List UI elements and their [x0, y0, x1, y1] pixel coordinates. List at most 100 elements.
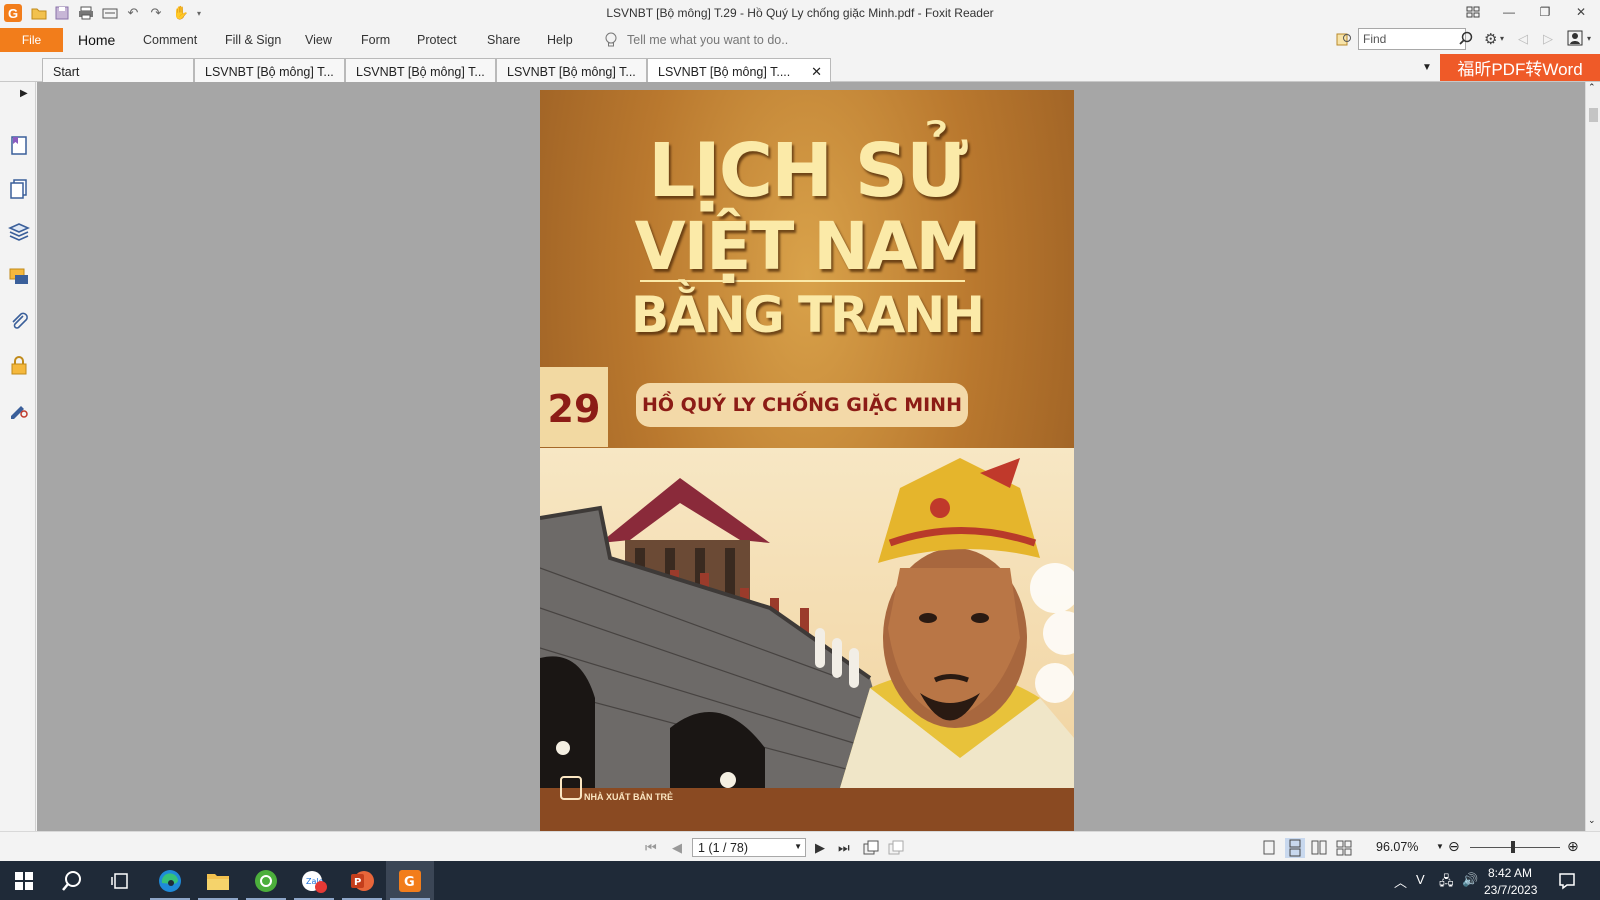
- tab-label: LSVNBT [Bộ mông] T....: [658, 65, 791, 79]
- zoom-slider-thumb[interactable]: [1511, 841, 1515, 853]
- tab-comment[interactable]: Comment: [143, 33, 197, 47]
- next-result-icon[interactable]: ▷: [1543, 31, 1553, 47]
- tell-me-search[interactable]: Tell me what you want to do..: [627, 33, 788, 47]
- cover-title-line3: BẰNG TRANH: [630, 286, 985, 344]
- close-tab-icon[interactable]: ✕: [811, 64, 822, 80]
- volume-number: 29: [547, 387, 601, 431]
- tab-view[interactable]: View: [305, 33, 332, 47]
- zoom-in-icon[interactable]: ⊕: [1567, 838, 1579, 855]
- settings-dropdown-icon[interactable]: ▾: [1500, 34, 1504, 43]
- minimize-icon[interactable]: —: [1495, 2, 1523, 22]
- document-viewer[interactable]: LỊCH SỬ VIỆT NAM BẰNG TRANH 29 HỒ QUÝ LY…: [37, 82, 1585, 831]
- find-input[interactable]: Find: [1358, 28, 1466, 50]
- page-dropdown-icon[interactable]: ▼: [794, 842, 802, 851]
- windows-start-icon[interactable]: [0, 861, 48, 900]
- tab-form[interactable]: Form: [361, 33, 390, 47]
- print-icon[interactable]: [77, 4, 95, 22]
- facing-view-icon[interactable]: [1311, 840, 1327, 856]
- tab-list-dropdown-icon[interactable]: ▼: [1422, 62, 1432, 73]
- search-taskbar-icon[interactable]: [48, 861, 96, 900]
- page-indicator: 1 (1 / 78): [698, 841, 749, 855]
- continuous-facing-view-icon[interactable]: [1336, 840, 1352, 856]
- foxit-reader-taskbar-icon[interactable]: G: [386, 861, 434, 900]
- svg-text:P: P: [354, 877, 361, 888]
- ribbon-menu: File Home Comment Fill & Sign View Form …: [0, 26, 1600, 54]
- task-view-icon[interactable]: [96, 861, 144, 900]
- scroll-up-icon[interactable]: ⌃: [1588, 82, 1596, 93]
- clock-time[interactable]: 8:42 AM: [1488, 866, 1532, 880]
- zoom-out-icon[interactable]: ⊖: [1448, 838, 1460, 855]
- single-page-view-icon[interactable]: [1262, 840, 1276, 856]
- tab-start[interactable]: Start: [42, 58, 194, 82]
- find-options-icon[interactable]: [1336, 31, 1352, 47]
- save-icon[interactable]: [53, 4, 71, 22]
- previous-page-icon[interactable]: ◀: [672, 840, 682, 856]
- expand-panel-icon[interactable]: ▶: [20, 88, 28, 99]
- document-tab-active[interactable]: LSVNBT [Bộ mông] T.... ✕: [647, 58, 831, 83]
- account-dropdown-icon[interactable]: ▾: [1587, 34, 1591, 43]
- powerpoint-icon[interactable]: P: [338, 861, 386, 900]
- layers-icon[interactable]: [8, 222, 30, 244]
- tab-fill-sign[interactable]: Fill & Sign: [225, 33, 281, 47]
- layout-icon[interactable]: [1459, 2, 1487, 22]
- undo-icon[interactable]: ↶: [124, 4, 142, 22]
- green-app-icon[interactable]: [242, 861, 290, 900]
- previous-result-icon[interactable]: ◁: [1518, 31, 1528, 47]
- vertical-scrollbar[interactable]: ⌃ ⌄: [1585, 82, 1600, 831]
- next-page-icon[interactable]: ▶: [815, 840, 825, 856]
- security-lock-icon[interactable]: [8, 354, 30, 376]
- edge-browser-icon[interactable]: [146, 861, 194, 900]
- notifications-icon[interactable]: [1558, 872, 1576, 890]
- navigation-panel: ▶: [0, 82, 39, 831]
- search-icon[interactable]: [1459, 31, 1473, 45]
- document-tab[interactable]: LSVNBT [Bộ mông] T...: [496, 58, 647, 82]
- tab-protect[interactable]: Protect: [417, 33, 457, 47]
- document-tabs: Start LSVNBT [Bộ mông] T... LSVNBT [Bộ m…: [0, 54, 1600, 83]
- open-folder-icon[interactable]: [30, 4, 48, 22]
- redo-icon[interactable]: ↷: [147, 4, 165, 22]
- window-title: LSVNBT [Bộ mông] T.29 - Hồ Quý Ly chống …: [606, 6, 994, 20]
- foxit-logo-icon[interactable]: G: [4, 4, 22, 22]
- document-tab[interactable]: LSVNBT [Bộ mông] T...: [345, 58, 496, 82]
- cover-illustration: [540, 448, 1074, 788]
- file-menu-button[interactable]: File: [0, 28, 63, 52]
- previous-view-icon[interactable]: [863, 840, 879, 856]
- attachments-icon[interactable]: [8, 310, 30, 332]
- zalo-icon[interactable]: Zalo: [290, 861, 338, 900]
- page-thumbnails-icon[interactable]: [8, 178, 30, 200]
- first-page-icon[interactable]: ⏮: [645, 840, 657, 856]
- show-hidden-icons-icon[interactable]: ︿: [1394, 872, 1407, 891]
- continuous-view-icon[interactable]: [1285, 838, 1305, 858]
- zoom-level[interactable]: 96.07%: [1376, 840, 1418, 854]
- page-number-input[interactable]: 1 (1 / 78) ▼: [692, 838, 806, 857]
- volume-icon[interactable]: 🔊: [1462, 872, 1478, 888]
- windows-taskbar: Zalo P G ︿ V 🖧 🔊 8:42 AM 23/7/2023: [0, 861, 1600, 900]
- tab-share[interactable]: Share: [487, 33, 520, 47]
- close-window-icon[interactable]: ✕: [1567, 2, 1595, 22]
- bookmarks-icon[interactable]: [8, 134, 30, 156]
- comments-icon[interactable]: [8, 266, 30, 288]
- hand-tool-icon[interactable]: ✋: [172, 4, 190, 22]
- tab-home[interactable]: Home: [78, 32, 115, 48]
- last-page-icon[interactable]: ⏭: [838, 840, 850, 856]
- clock-date[interactable]: 23/7/2023: [1484, 883, 1537, 897]
- customize-toolbar-icon[interactable]: ▾: [194, 4, 204, 22]
- document-tab[interactable]: LSVNBT [Bộ mông] T...: [194, 58, 345, 82]
- next-view-icon[interactable]: [888, 840, 904, 856]
- pdf-to-word-promo[interactable]: 福昕PDF转Word: [1440, 54, 1600, 81]
- vietnamese-input-icon[interactable]: V: [1416, 872, 1425, 887]
- scroll-down-icon[interactable]: ⌄: [1588, 815, 1596, 826]
- scroll-thumb[interactable]: [1589, 108, 1598, 122]
- signature-icon[interactable]: [8, 398, 30, 420]
- scan-icon[interactable]: [101, 4, 119, 22]
- settings-gear-icon[interactable]: ⚙: [1484, 30, 1497, 48]
- user-account-icon[interactable]: [1567, 30, 1583, 46]
- tab-help[interactable]: Help: [547, 33, 573, 47]
- svg-text:G: G: [404, 875, 415, 890]
- restore-icon[interactable]: ❐: [1531, 2, 1559, 22]
- pdf-page-cover: LỊCH SỬ VIỆT NAM BẰNG TRANH 29 HỒ QUÝ LY…: [540, 90, 1074, 831]
- zoom-slider[interactable]: [1470, 847, 1560, 848]
- file-explorer-icon[interactable]: [194, 861, 242, 900]
- zoom-dropdown-icon[interactable]: ▼: [1436, 842, 1444, 851]
- network-icon[interactable]: 🖧: [1439, 872, 1454, 894]
